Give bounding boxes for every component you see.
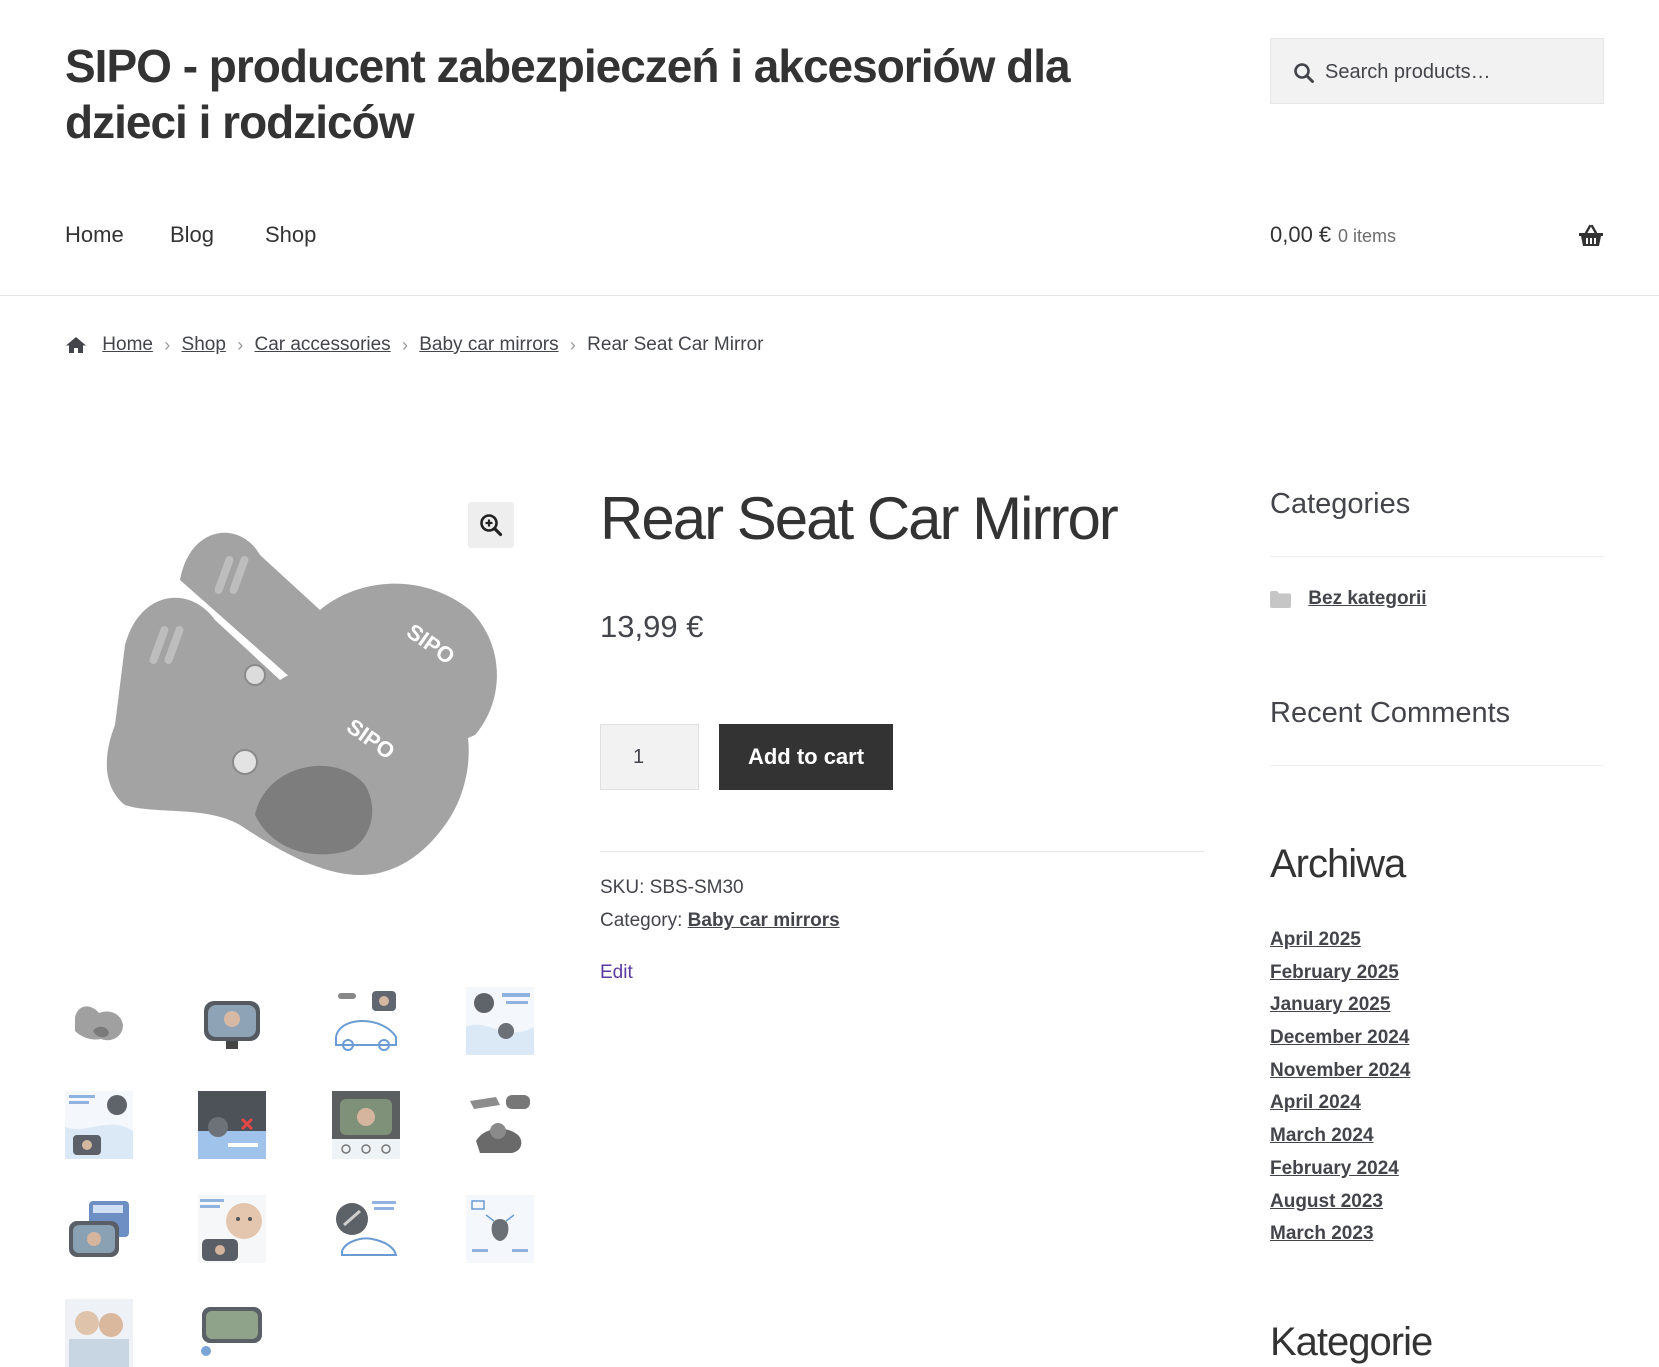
chevron-right-icon: ›: [164, 334, 171, 355]
nav-item-blog[interactable]: Blog: [170, 222, 214, 248]
recent-comments-widget-title: Recent Comments: [1270, 697, 1511, 729]
nav-item-home[interactable]: Home: [65, 222, 124, 248]
sku-label: SKU:: [600, 877, 645, 898]
category-link[interactable]: Baby car mirrors: [688, 910, 840, 931]
site-title[interactable]: SIPO - producent zabezpieczeń i akcesori…: [65, 38, 1185, 150]
product-thumbnail[interactable]: [65, 1299, 133, 1367]
archive-link[interactable]: April 2024: [1270, 1092, 1410, 1125]
breadcrumb-car-accessories[interactable]: Car accessories: [254, 334, 390, 356]
widget-divider: [1270, 556, 1604, 557]
product-thumbnail[interactable]: [198, 1091, 266, 1159]
zoom-button[interactable]: [468, 502, 514, 548]
basket-icon[interactable]: [1578, 224, 1604, 248]
product-thumbnail[interactable]: [198, 1299, 266, 1367]
nav-item-shop[interactable]: Shop: [265, 222, 316, 248]
product-thumbnail[interactable]: [466, 1091, 534, 1159]
archives-list: April 2025 February 2025 January 2025 De…: [1270, 929, 1410, 1256]
product-thumbnail[interactable]: [332, 987, 400, 1055]
home-icon[interactable]: [65, 336, 87, 354]
archive-link[interactable]: February 2025: [1270, 962, 1410, 995]
cart-amount[interactable]: 0,00 €: [1270, 222, 1331, 248]
breadcrumb-baby-car-mirrors[interactable]: Baby car mirrors: [419, 334, 558, 356]
kategorie-widget-title: Kategorie: [1270, 1320, 1433, 1364]
chevron-right-icon: ›: [237, 334, 244, 355]
product-main-image[interactable]: SIPO SIPO: [65, 495, 540, 925]
category-item[interactable]: Bez kategorii: [1270, 588, 1427, 614]
product-thumbnail[interactable]: [65, 1195, 133, 1263]
sku-value: SBS-SM30: [649, 877, 744, 898]
folder-icon: [1270, 590, 1291, 608]
archive-link[interactable]: March 2023: [1270, 1223, 1410, 1256]
search-icon: [1294, 63, 1314, 83]
archives-widget-title: Archiwa: [1270, 842, 1406, 886]
category-item-label[interactable]: Bez kategorii: [1308, 588, 1426, 610]
breadcrumb: Home › Shop › Car accessories › Baby car…: [65, 334, 764, 360]
product-thumbnail[interactable]: [332, 1091, 400, 1159]
breadcrumb-home[interactable]: Home: [102, 334, 153, 356]
archive-link[interactable]: March 2024: [1270, 1125, 1410, 1158]
categories-widget-title: Categories: [1270, 488, 1411, 520]
product-thumbnail[interactable]: [198, 987, 266, 1055]
add-to-cart-button[interactable]: Add to cart: [719, 724, 893, 790]
chevron-right-icon: ›: [569, 334, 576, 355]
archive-link[interactable]: April 2025: [1270, 929, 1410, 962]
chevron-right-icon: ›: [401, 334, 408, 355]
edit-link[interactable]: Edit: [600, 962, 633, 984]
product-title: Rear Seat Car Mirror: [600, 485, 1119, 552]
product-thumbnail[interactable]: [466, 1195, 534, 1263]
widget-divider: [1270, 765, 1604, 766]
product-category: Category: Baby car mirrors: [600, 910, 840, 932]
breadcrumb-current: Rear Seat Car Mirror: [587, 334, 764, 355]
product-thumbnail[interactable]: [332, 1195, 400, 1263]
search-input[interactable]: [1323, 53, 1587, 91]
product-thumbnail[interactable]: [65, 1091, 133, 1159]
product-thumbnail[interactable]: [65, 987, 133, 1055]
breadcrumb-shop[interactable]: Shop: [182, 334, 226, 356]
product-meta-divider: [600, 851, 1204, 852]
category-label: Category:: [600, 910, 683, 931]
cart-count[interactable]: 0 items: [1338, 226, 1396, 247]
header-divider: [0, 295, 1659, 296]
archive-link[interactable]: November 2024: [1270, 1060, 1410, 1093]
archive-link[interactable]: December 2024: [1270, 1027, 1410, 1060]
zoom-in-icon: [480, 514, 503, 537]
archive-link[interactable]: January 2025: [1270, 994, 1410, 1027]
archive-link[interactable]: August 2023: [1270, 1191, 1410, 1224]
search-box: [1270, 38, 1604, 104]
quantity-input[interactable]: [600, 724, 699, 790]
product-thumbnail[interactable]: [466, 987, 534, 1055]
product-sku: SKU: SBS-SM30: [600, 877, 744, 899]
product-thumbnail[interactable]: [198, 1195, 266, 1263]
product-price: 13,99 €: [600, 609, 704, 644]
header-cart[interactable]: 0,00 € 0 items: [1270, 222, 1604, 256]
archive-link[interactable]: February 2024: [1270, 1158, 1410, 1191]
